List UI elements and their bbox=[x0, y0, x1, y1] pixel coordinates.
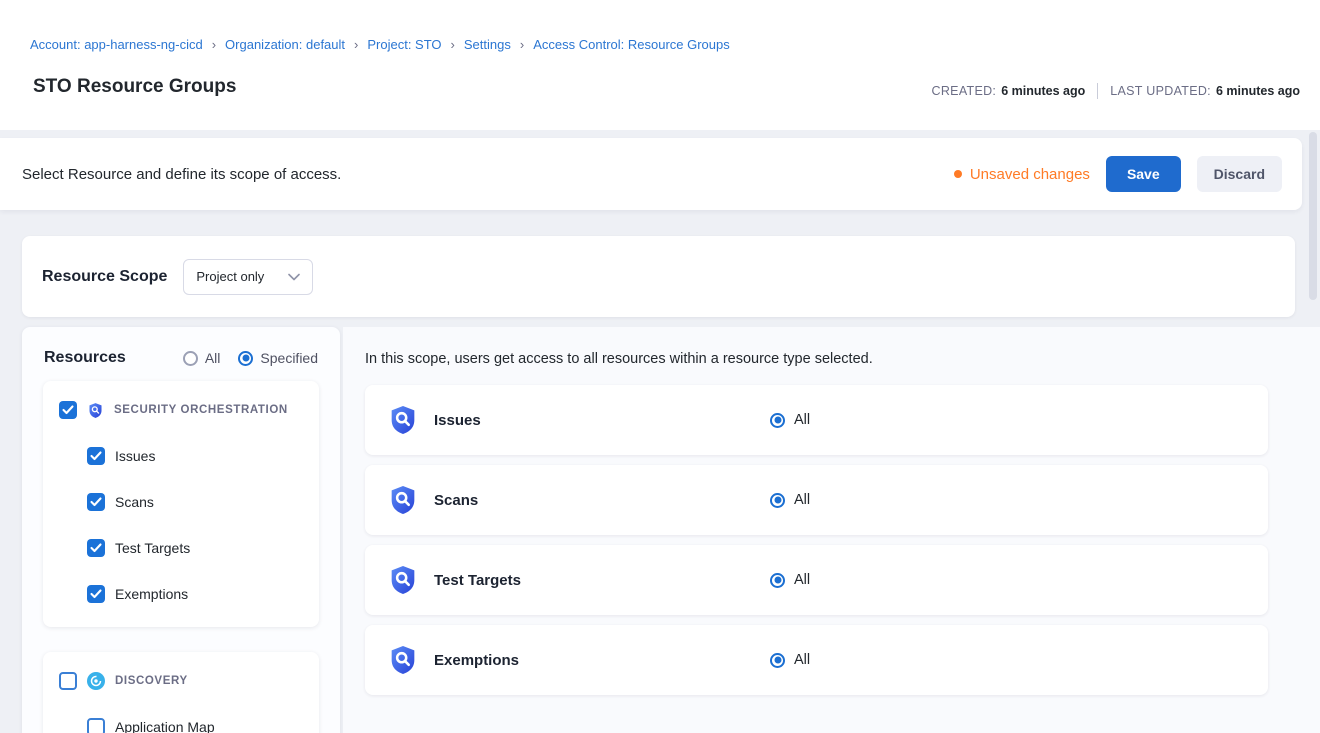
group-items-discovery: Application Map bbox=[59, 718, 303, 733]
access-radio-exemptions[interactable]: All bbox=[770, 652, 810, 668]
check-item-test-targets[interactable]: Test Targets bbox=[87, 539, 303, 557]
radio-option-all[interactable]: All bbox=[183, 350, 221, 366]
check-label-exemptions: Exemptions bbox=[115, 586, 188, 602]
access-label: All bbox=[794, 492, 810, 508]
breadcrumb-project-link[interactable]: Project: STO bbox=[367, 37, 441, 52]
checkbox-issues[interactable] bbox=[87, 447, 105, 465]
breadcrumb-account-link[interactable]: Account: app-harness-ng-cicd bbox=[30, 37, 203, 52]
chevron-down-icon bbox=[288, 273, 300, 281]
access-label: All bbox=[794, 412, 810, 428]
action-toolbar: Select Resource and define its scope of … bbox=[0, 138, 1302, 210]
toolbar-description: Select Resource and define its scope of … bbox=[22, 166, 341, 183]
check-label-scans: Scans bbox=[115, 494, 154, 510]
radio-all-selected-icon[interactable] bbox=[770, 653, 785, 668]
resource-row-scans: Scans All bbox=[365, 465, 1268, 535]
resource-scope-card: Resource Scope Project only bbox=[22, 236, 1295, 317]
unsaved-dot-icon bbox=[954, 170, 962, 178]
check-item-application-map[interactable]: Application Map bbox=[87, 718, 303, 733]
radio-all-selected-icon[interactable] bbox=[770, 573, 785, 588]
checkbox-test-targets[interactable] bbox=[87, 539, 105, 557]
discard-button[interactable]: Discard bbox=[1197, 156, 1282, 192]
group-card-security-orchestration: SECURITY ORCHESTRATION Issues Scans Test… bbox=[43, 381, 319, 627]
resource-row-label: Test Targets bbox=[434, 572, 521, 589]
resource-row-label: Exemptions bbox=[434, 652, 519, 669]
scope-instruction-text: In this scope, users get access to all r… bbox=[365, 351, 873, 367]
toolbar-actions: Unsaved changes Save Discard bbox=[954, 156, 1282, 192]
checkbox-exemptions[interactable] bbox=[87, 585, 105, 603]
unsaved-changes-indicator: Unsaved changes bbox=[954, 166, 1090, 183]
meta-divider bbox=[1097, 83, 1098, 99]
page-header: Account: app-harness-ng-cicd › Organizat… bbox=[0, 0, 1320, 130]
discovery-icon bbox=[87, 672, 105, 690]
resources-title: Resources bbox=[44, 349, 126, 367]
access-radio-issues[interactable]: All bbox=[770, 412, 810, 428]
group-header-security-orchestration[interactable]: SECURITY ORCHESTRATION bbox=[59, 401, 303, 419]
sto-shield-icon bbox=[387, 564, 419, 596]
resource-row-test-targets: Test Targets All bbox=[365, 545, 1268, 615]
access-label: All bbox=[794, 572, 810, 588]
group-label-security-orchestration: SECURITY ORCHESTRATION bbox=[114, 404, 288, 416]
check-label-test-targets: Test Targets bbox=[115, 540, 190, 556]
created-value: 6 minutes ago bbox=[1001, 84, 1085, 98]
chevron-right-icon: › bbox=[212, 37, 216, 52]
sto-shield-icon bbox=[387, 404, 419, 436]
unsaved-changes-label: Unsaved changes bbox=[970, 166, 1090, 183]
resource-scope-selected-value: Project only bbox=[196, 269, 264, 284]
header-meta: CREATED: 6 minutes ago LAST UPDATED: 6 m… bbox=[932, 83, 1300, 99]
breadcrumb-organization-link[interactable]: Organization: default bbox=[225, 37, 345, 52]
radio-all-selected-icon[interactable] bbox=[770, 493, 785, 508]
vertical-scrollbar[interactable] bbox=[1309, 132, 1317, 300]
group-label-discovery: DISCOVERY bbox=[115, 675, 188, 687]
breadcrumb: Account: app-harness-ng-cicd › Organizat… bbox=[30, 37, 730, 52]
access-label: All bbox=[794, 652, 810, 668]
check-item-scans[interactable]: Scans bbox=[87, 493, 303, 511]
access-radio-scans[interactable]: All bbox=[770, 492, 810, 508]
chevron-right-icon: › bbox=[520, 37, 524, 52]
sto-shield-icon bbox=[87, 402, 104, 419]
radio-all-icon[interactable] bbox=[183, 351, 198, 366]
radio-option-specified[interactable]: Specified bbox=[238, 350, 318, 366]
resource-scope-dropdown[interactable]: Project only bbox=[183, 259, 313, 295]
check-label-application-map: Application Map bbox=[115, 719, 215, 733]
breadcrumb-settings-link[interactable]: Settings bbox=[464, 37, 511, 52]
sto-shield-icon bbox=[387, 484, 419, 516]
checkbox-application-map[interactable] bbox=[87, 718, 105, 733]
resource-row-exemptions: Exemptions All bbox=[365, 625, 1268, 695]
resources-sidebar-header: Resources All Specified bbox=[22, 327, 340, 381]
last-updated-value: 6 minutes ago bbox=[1216, 84, 1300, 98]
sto-shield-icon bbox=[387, 644, 419, 676]
radio-specified-label: Specified bbox=[260, 350, 318, 366]
scope-detail-panel: In this scope, users get access to all r… bbox=[343, 327, 1320, 733]
check-label-issues: Issues bbox=[115, 448, 155, 464]
radio-all-selected-icon[interactable] bbox=[770, 413, 785, 428]
resources-sidebar: Resources All Specified SECURITY ORCHEST… bbox=[22, 327, 340, 733]
resource-row-label: Issues bbox=[434, 412, 481, 429]
save-button[interactable]: Save bbox=[1106, 156, 1181, 192]
access-radio-test-targets[interactable]: All bbox=[770, 572, 810, 588]
radio-specified-icon[interactable] bbox=[238, 351, 253, 366]
checkbox-security-orchestration[interactable] bbox=[59, 401, 77, 419]
radio-all-label: All bbox=[205, 350, 221, 366]
resource-row-issues: Issues All bbox=[365, 385, 1268, 455]
checkbox-discovery[interactable] bbox=[59, 672, 77, 690]
resource-rows: Issues All Scans All Test Targets bbox=[365, 385, 1268, 705]
group-card-discovery: DISCOVERY Application Map bbox=[43, 652, 319, 733]
last-updated-label: LAST UPDATED: bbox=[1110, 84, 1211, 98]
group-items-security-orchestration: Issues Scans Test Targets Exemptions bbox=[59, 447, 303, 603]
page-title: STO Resource Groups bbox=[33, 76, 236, 98]
resource-row-label: Scans bbox=[434, 492, 478, 509]
created-label: CREATED: bbox=[932, 84, 997, 98]
resource-scope-label: Resource Scope bbox=[42, 268, 167, 286]
chevron-right-icon: › bbox=[451, 37, 455, 52]
chevron-right-icon: › bbox=[354, 37, 358, 52]
group-header-discovery[interactable]: DISCOVERY bbox=[59, 672, 303, 690]
check-item-exemptions[interactable]: Exemptions bbox=[87, 585, 303, 603]
checkbox-scans[interactable] bbox=[87, 493, 105, 511]
check-item-issues[interactable]: Issues bbox=[87, 447, 303, 465]
breadcrumb-access-control-link[interactable]: Access Control: Resource Groups bbox=[533, 37, 730, 52]
resources-mode-radios: All Specified bbox=[183, 350, 318, 366]
